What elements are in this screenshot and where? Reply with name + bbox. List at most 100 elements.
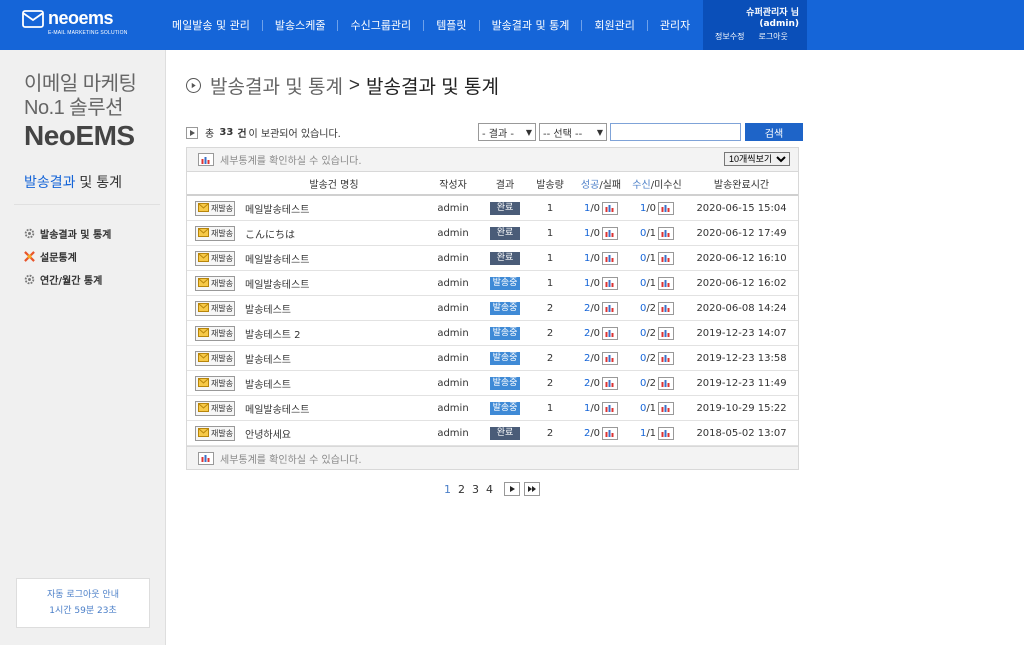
breadcrumb-parent[interactable]: 발송결과 및 통계 xyxy=(210,72,343,99)
resend-button[interactable]: 재발송 xyxy=(195,275,235,291)
bar-chart-icon[interactable] xyxy=(198,153,214,166)
bar-chart-icon[interactable] xyxy=(602,326,619,340)
bar-chart-icon[interactable] xyxy=(602,301,619,315)
sidebar-item-survey-stats[interactable]: 설문통계 xyxy=(24,245,111,268)
row-done-time: 2020-06-12 17:49 xyxy=(696,227,787,239)
bar-chart-icon[interactable] xyxy=(602,201,619,215)
sidebar-item-yearly-monthly-stats[interactable]: 연간/월간 통계 xyxy=(24,268,111,291)
resend-button[interactable]: 재발송 xyxy=(195,350,235,366)
row-name[interactable]: 메일발송테스트 xyxy=(245,276,423,291)
bar-chart-icon[interactable] xyxy=(602,376,619,390)
resend-button[interactable]: 재발송 xyxy=(195,375,235,391)
row-done-time: 2019-12-23 11:49 xyxy=(696,377,787,389)
last-page-icon[interactable] xyxy=(524,482,540,496)
success-fail-cell: 2/0 xyxy=(584,326,619,340)
row-done-time: 2019-10-29 15:22 xyxy=(696,402,787,414)
resend-label: 재발송 xyxy=(211,278,234,288)
nav-members[interactable]: 회원관리 xyxy=(582,17,646,33)
per-page-select[interactable]: 10개씩보기 xyxy=(724,152,790,166)
unrecv-count: /1 xyxy=(646,427,657,439)
nav-recipient-groups[interactable]: 수신그룹관리 xyxy=(338,17,423,33)
row-name[interactable]: 메일발송테스트 xyxy=(245,251,423,266)
row-success-fail: 2/0 xyxy=(573,351,629,365)
page-3[interactable]: 3 xyxy=(472,483,479,496)
resend-button[interactable]: 재발송 xyxy=(195,425,235,441)
status-badge: 발송중 xyxy=(490,376,520,390)
row-success-fail: 2/0 xyxy=(573,376,629,390)
bar-chart-icon[interactable] xyxy=(602,401,619,415)
search-input[interactable] xyxy=(610,123,741,141)
logo[interactable]: neoems E-MAIL MARKETING SOLUTION xyxy=(22,8,142,40)
nav-admin[interactable]: 관리자 xyxy=(648,17,702,33)
gear-icon xyxy=(24,228,35,239)
bar-chart-icon[interactable] xyxy=(602,426,619,440)
table-info-bar-bottom: 세부통계를 확인하실 수 있습니다. xyxy=(187,446,798,469)
row-result: 완료 xyxy=(483,201,527,215)
resend-button[interactable]: 재발송 xyxy=(195,325,235,341)
bar-chart-icon[interactable] xyxy=(658,301,675,315)
nav-results-stats[interactable]: 발송결과 및 통계 xyxy=(480,17,582,33)
row-name[interactable]: 메일발송테스트 xyxy=(245,201,423,216)
bar-chart-icon[interactable] xyxy=(198,451,214,465)
page-4[interactable]: 4 xyxy=(486,483,493,496)
info-text: 세부통계를 확인하실 수 있습니다. xyxy=(220,156,362,167)
resend-button[interactable]: 재발송 xyxy=(195,225,235,241)
row-success-fail: 1/0 xyxy=(573,276,629,290)
user-name: 슈퍼관리자 님 xyxy=(746,8,799,18)
row-name[interactable]: 발송테스트 xyxy=(245,351,423,366)
resend-button[interactable]: 재발송 xyxy=(195,400,235,416)
page-1[interactable]: 1 xyxy=(444,483,451,496)
row-name[interactable]: 메일발송테스트 xyxy=(245,401,423,416)
resend-button[interactable]: 재발송 xyxy=(195,200,235,216)
sidebar: 이메일 마케팅 No.1 솔루션 NeoEMS 발송결과 및 통계 발송결과 및… xyxy=(0,50,166,645)
nav-schedule[interactable]: 발송스케줄 xyxy=(263,17,338,33)
main-nav: 메일발송 및 관리 발송스케줄 수신그룹관리 템플릿 발송결과 및 통계 회원관… xyxy=(160,0,702,50)
row-name[interactable]: こんにちは xyxy=(245,226,423,241)
logout-link[interactable]: 로그아웃 xyxy=(758,31,787,42)
fail-count: /0 xyxy=(590,227,601,239)
bar-chart-icon[interactable] xyxy=(658,326,675,340)
next-page-icon[interactable] xyxy=(504,482,520,496)
status-badge: 완료 xyxy=(490,226,520,240)
row-name[interactable]: 발송테스트 xyxy=(245,376,423,391)
bar-chart-icon[interactable] xyxy=(658,201,675,215)
bar-chart-icon[interactable] xyxy=(658,251,675,265)
row-volume: 1 xyxy=(546,252,554,264)
search-button[interactable]: 검색 xyxy=(745,123,803,141)
table-row: 재발송 메일발송테스트 admin 발송중 1 1/0 0/1 2019-10-29 15:2… xyxy=(187,396,798,421)
edit-profile-link[interactable]: 정보수정 xyxy=(715,31,744,42)
row-volume: 2 xyxy=(546,352,554,364)
page-2[interactable]: 2 xyxy=(458,483,465,496)
bar-chart-icon[interactable] xyxy=(602,226,619,240)
bar-chart-icon[interactable] xyxy=(658,426,675,440)
fail-count: /0 xyxy=(590,377,601,389)
bar-chart-icon[interactable] xyxy=(658,376,675,390)
section-title-rest: 및 통계 xyxy=(75,174,122,190)
field-filter-select[interactable]: -- 선택 -- ▼ xyxy=(539,123,607,141)
resend-button[interactable]: 재발송 xyxy=(195,300,235,316)
sidebar-item-results-stats[interactable]: 발송결과 및 통계 xyxy=(24,222,111,245)
resend-button[interactable]: 재발송 xyxy=(195,250,235,266)
bar-chart-icon[interactable] xyxy=(658,351,675,365)
header-done-time: 발송완료시간 xyxy=(713,179,770,191)
row-name[interactable]: 발송테스트 xyxy=(245,301,423,316)
row-name[interactable]: 안녕하세요 xyxy=(245,426,423,441)
result-filter-select[interactable]: - 결과 - ▼ xyxy=(478,123,536,141)
nav-mail-send[interactable]: 메일발송 및 관리 xyxy=(160,17,262,33)
header-fail: /실패 xyxy=(599,179,622,191)
bar-chart-icon[interactable] xyxy=(602,351,619,365)
fail-count: /0 xyxy=(590,327,601,339)
row-author: admin xyxy=(437,202,469,214)
nav-templates[interactable]: 템플릿 xyxy=(424,17,478,33)
recv-unrecv-cell: 0/2 xyxy=(640,326,675,340)
row-name[interactable]: 발송테스트 2 xyxy=(245,326,423,341)
bar-chart-icon[interactable] xyxy=(602,251,619,265)
table-row: 재발송 발송테스트 admin 발송중 2 2/0 0/2 2019-12-23 13:58 xyxy=(187,346,798,371)
bar-chart-icon[interactable] xyxy=(658,401,675,415)
bar-chart-icon[interactable] xyxy=(602,276,619,290)
bar-chart-icon[interactable] xyxy=(658,276,675,290)
row-recv-unrecv: 0/2 xyxy=(629,351,685,365)
bar-chart-icon[interactable] xyxy=(658,226,675,240)
header-unrecv: /미수신 xyxy=(650,179,682,191)
success-fail-cell: 1/0 xyxy=(584,226,619,240)
